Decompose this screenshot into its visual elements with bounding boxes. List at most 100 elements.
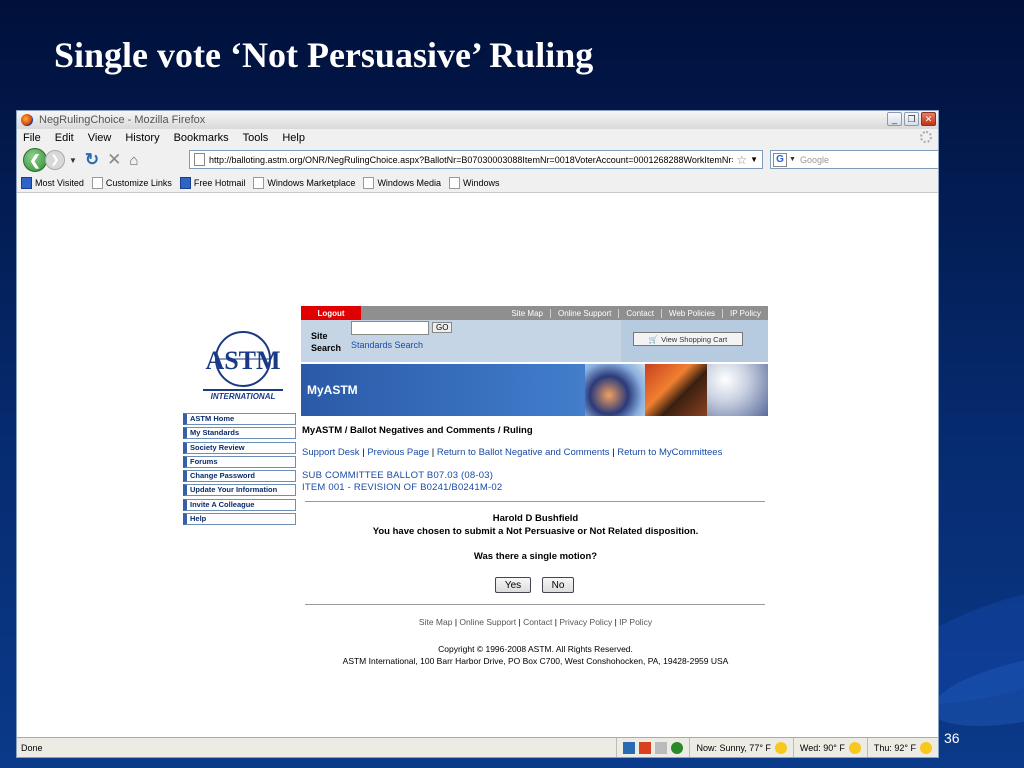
- banner-title: MyASTM: [307, 383, 358, 397]
- sun-icon: [774, 741, 787, 754]
- minimize-button[interactable]: _: [887, 112, 902, 126]
- no-button[interactable]: No: [542, 577, 574, 593]
- throbber-icon: [920, 131, 932, 143]
- banner-image: [645, 364, 707, 416]
- calendar-icon[interactable]: [639, 741, 652, 754]
- bookmark-star-icon[interactable]: ☆: [733, 153, 750, 167]
- menu-help[interactable]: Help: [282, 132, 305, 144]
- menu-bookmarks[interactable]: Bookmarks: [174, 132, 229, 144]
- go-button[interactable]: GO: [432, 322, 453, 333]
- footer-privacy-policy-link[interactable]: Privacy Policy: [559, 617, 612, 627]
- sidenav-society-review[interactable]: Society Review: [183, 441, 296, 454]
- sidenav-update-information[interactable]: Update Your Information: [183, 484, 296, 497]
- restore-button[interactable]: ❐: [904, 112, 919, 126]
- menu-history[interactable]: History: [125, 132, 159, 144]
- divider: [305, 501, 765, 502]
- page-icon: [363, 176, 375, 189]
- status-icon[interactable]: [671, 741, 684, 754]
- voter-name: Harold D Bushfield: [492, 513, 579, 524]
- search-bar[interactable]: G ▼ Google ⚲: [770, 150, 938, 169]
- footer-online-support-link[interactable]: Online Support: [459, 617, 516, 627]
- window-title: NegRulingChoice - Mozilla Firefox: [39, 114, 206, 126]
- sidenav-help[interactable]: Help: [183, 513, 296, 526]
- gmail-icon[interactable]: [655, 741, 668, 754]
- sidenav-forums[interactable]: Forums: [183, 455, 296, 468]
- menu-file[interactable]: File: [23, 132, 41, 144]
- status-bar: Done Now: Sunny, 77° F Wed: 90° F Thu: 9…: [17, 737, 938, 757]
- forward-button[interactable]: ❯: [45, 150, 65, 170]
- sidenav-change-password[interactable]: Change Password: [183, 470, 296, 483]
- footer-contact-link[interactable]: Contact: [523, 617, 552, 627]
- google-icon[interactable]: G: [773, 152, 787, 167]
- weather-now[interactable]: Now: Sunny, 77° F: [689, 738, 792, 757]
- return-committees-link[interactable]: Return to MyCommittees: [617, 447, 722, 458]
- disposition-text: You have chosen to submit a Not Persuasi…: [372, 526, 699, 537]
- history-dropdown-icon[interactable]: ▼: [69, 156, 77, 165]
- ballot-line: SUB COMMITTEE BALLOT B07.03 (08-03): [302, 470, 494, 481]
- return-ballot-link[interactable]: Return to Ballot Negative and Comments: [437, 447, 610, 458]
- page-content: ASTM INTERNATIONAL Logout Site Map Onlin…: [17, 193, 938, 737]
- cart-area: 🛒 View Shopping Cart: [621, 320, 768, 362]
- footer-site-map-link[interactable]: Site Map: [419, 617, 453, 627]
- back-button[interactable]: ❮: [23, 148, 47, 172]
- footer-ip-policy-link[interactable]: IP Policy: [619, 617, 652, 627]
- footer-links: Site Map | Online Support | Contact | Pr…: [418, 617, 653, 627]
- top-link-site-map[interactable]: Site Map: [504, 309, 550, 318]
- close-button[interactable]: ✕: [921, 112, 936, 126]
- site-search-panel: Site Search GO Standards Search 🛒 View S…: [301, 320, 768, 362]
- bookmark-windows-media[interactable]: Windows Media: [363, 176, 441, 189]
- yes-button[interactable]: Yes: [495, 577, 531, 593]
- search-engine-dropdown-icon[interactable]: ▼: [789, 156, 796, 163]
- stop-icon[interactable]: ✕: [107, 150, 121, 170]
- menu-edit[interactable]: Edit: [55, 132, 74, 144]
- page-icon: [91, 176, 103, 189]
- view-shopping-cart-button[interactable]: 🛒 View Shopping Cart: [633, 332, 743, 346]
- sun-icon: [920, 741, 932, 754]
- search-placeholder[interactable]: Google: [800, 155, 829, 165]
- reload-icon[interactable]: ↻: [85, 150, 99, 170]
- breadcrumb: MyASTM / Ballot Negatives and Comments /…: [302, 425, 533, 436]
- weather-thu[interactable]: Thu: 92° F: [866, 738, 938, 757]
- weather-wed[interactable]: Wed: 90° F: [792, 738, 867, 757]
- status-text: Done: [21, 742, 43, 753]
- bookmark-most-visited[interactable]: Most Visited: [21, 176, 84, 189]
- logout-button[interactable]: Logout: [301, 306, 361, 320]
- support-desk-link[interactable]: Support Desk: [302, 447, 360, 458]
- divider: [305, 604, 765, 605]
- slide-number: 36: [944, 730, 960, 746]
- item-line: ITEM 001 - REVISION OF B0241/B0241M-02: [302, 482, 503, 493]
- page-icon: [448, 176, 460, 189]
- skype-icon[interactable]: [623, 741, 636, 754]
- slide-title: Single vote ‘Not Persuasive’ Ruling: [54, 35, 594, 75]
- bookmark-windows[interactable]: Windows: [448, 176, 499, 189]
- top-link-web-policies[interactable]: Web Policies: [660, 308, 722, 318]
- sidenav-astm-home[interactable]: ASTM Home: [183, 413, 296, 425]
- standards-search-link[interactable]: Standards Search: [351, 340, 423, 350]
- sidenav-my-standards[interactable]: My Standards: [183, 427, 296, 440]
- myastm-banner: MyASTM: [301, 364, 768, 416]
- navigation-toolbar: ❮ ❯ ▼ ↻ ✕ ⌂ http://balloting.astm.org/ON…: [17, 147, 938, 173]
- menu-tools[interactable]: Tools: [243, 132, 269, 144]
- bookmark-free-hotmail[interactable]: Free Hotmail: [179, 176, 245, 189]
- cart-icon: 🛒: [648, 334, 659, 344]
- previous-page-link[interactable]: Previous Page: [367, 447, 429, 458]
- bookmark-customize-links[interactable]: Customize Links: [91, 176, 172, 189]
- sidenav-invite-colleague[interactable]: Invite A Colleague: [183, 498, 296, 511]
- page-links: Support Desk | Previous Page | Return to…: [302, 447, 722, 458]
- top-link-online-support[interactable]: Online Support: [549, 308, 618, 318]
- url-bar[interactable]: http://balloting.astm.org/ONR/NegRulingC…: [189, 150, 763, 169]
- astm-logo-text: INTERNATIONAL: [203, 389, 283, 401]
- top-link-contact[interactable]: Contact: [618, 308, 661, 318]
- addon-icons: [616, 738, 689, 757]
- top-link-ip-policy[interactable]: IP Policy: [722, 308, 768, 318]
- menu-bar: File Edit View History Bookmarks Tools H…: [17, 129, 938, 147]
- bookmark-windows-marketplace[interactable]: Windows Marketplace: [253, 176, 355, 189]
- page-icon: [253, 176, 265, 189]
- msn-icon: [179, 176, 191, 189]
- menu-view[interactable]: View: [88, 132, 112, 144]
- side-navigation: ASTM Home My Standards Society Review Fo…: [183, 413, 296, 527]
- url-dropdown-icon[interactable]: ▼: [750, 155, 762, 164]
- home-icon[interactable]: ⌂: [129, 152, 138, 169]
- url-text[interactable]: http://balloting.astm.org/ONR/NegRulingC…: [209, 155, 733, 165]
- site-search-input[interactable]: [351, 321, 429, 335]
